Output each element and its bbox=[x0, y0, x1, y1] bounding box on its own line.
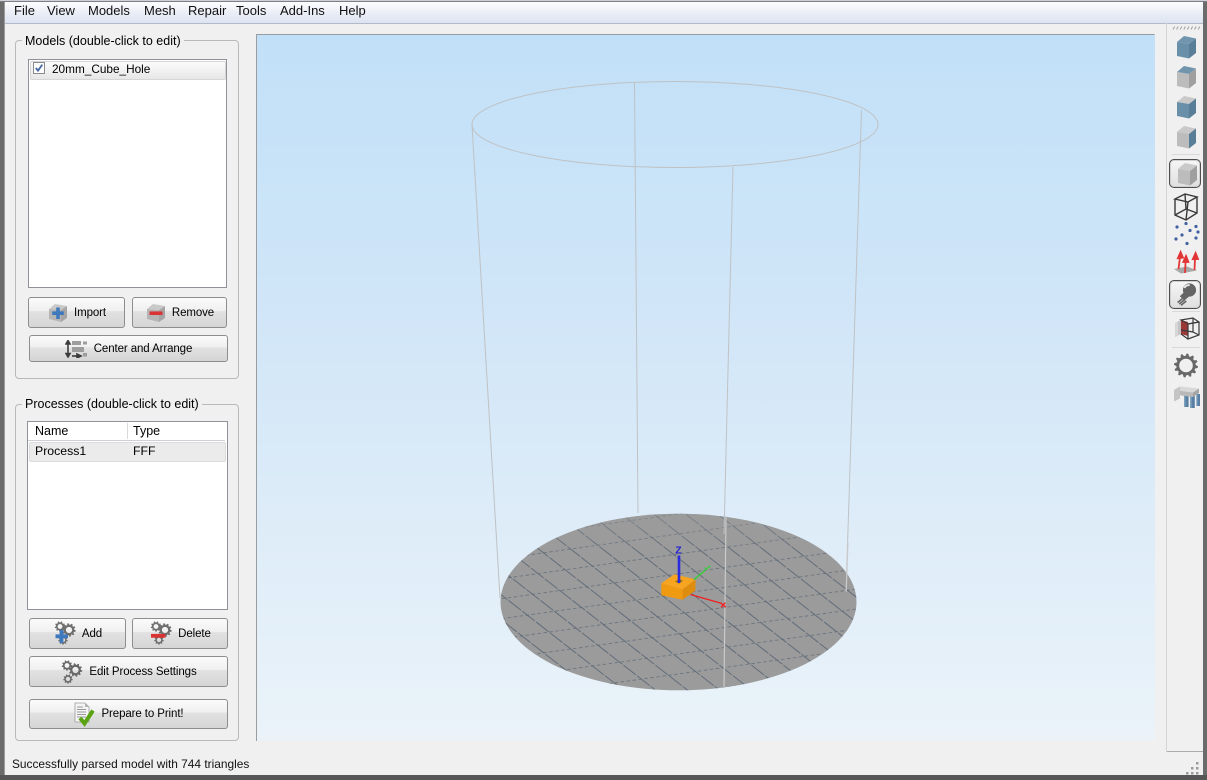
svg-text:Z: Z bbox=[675, 545, 682, 557]
